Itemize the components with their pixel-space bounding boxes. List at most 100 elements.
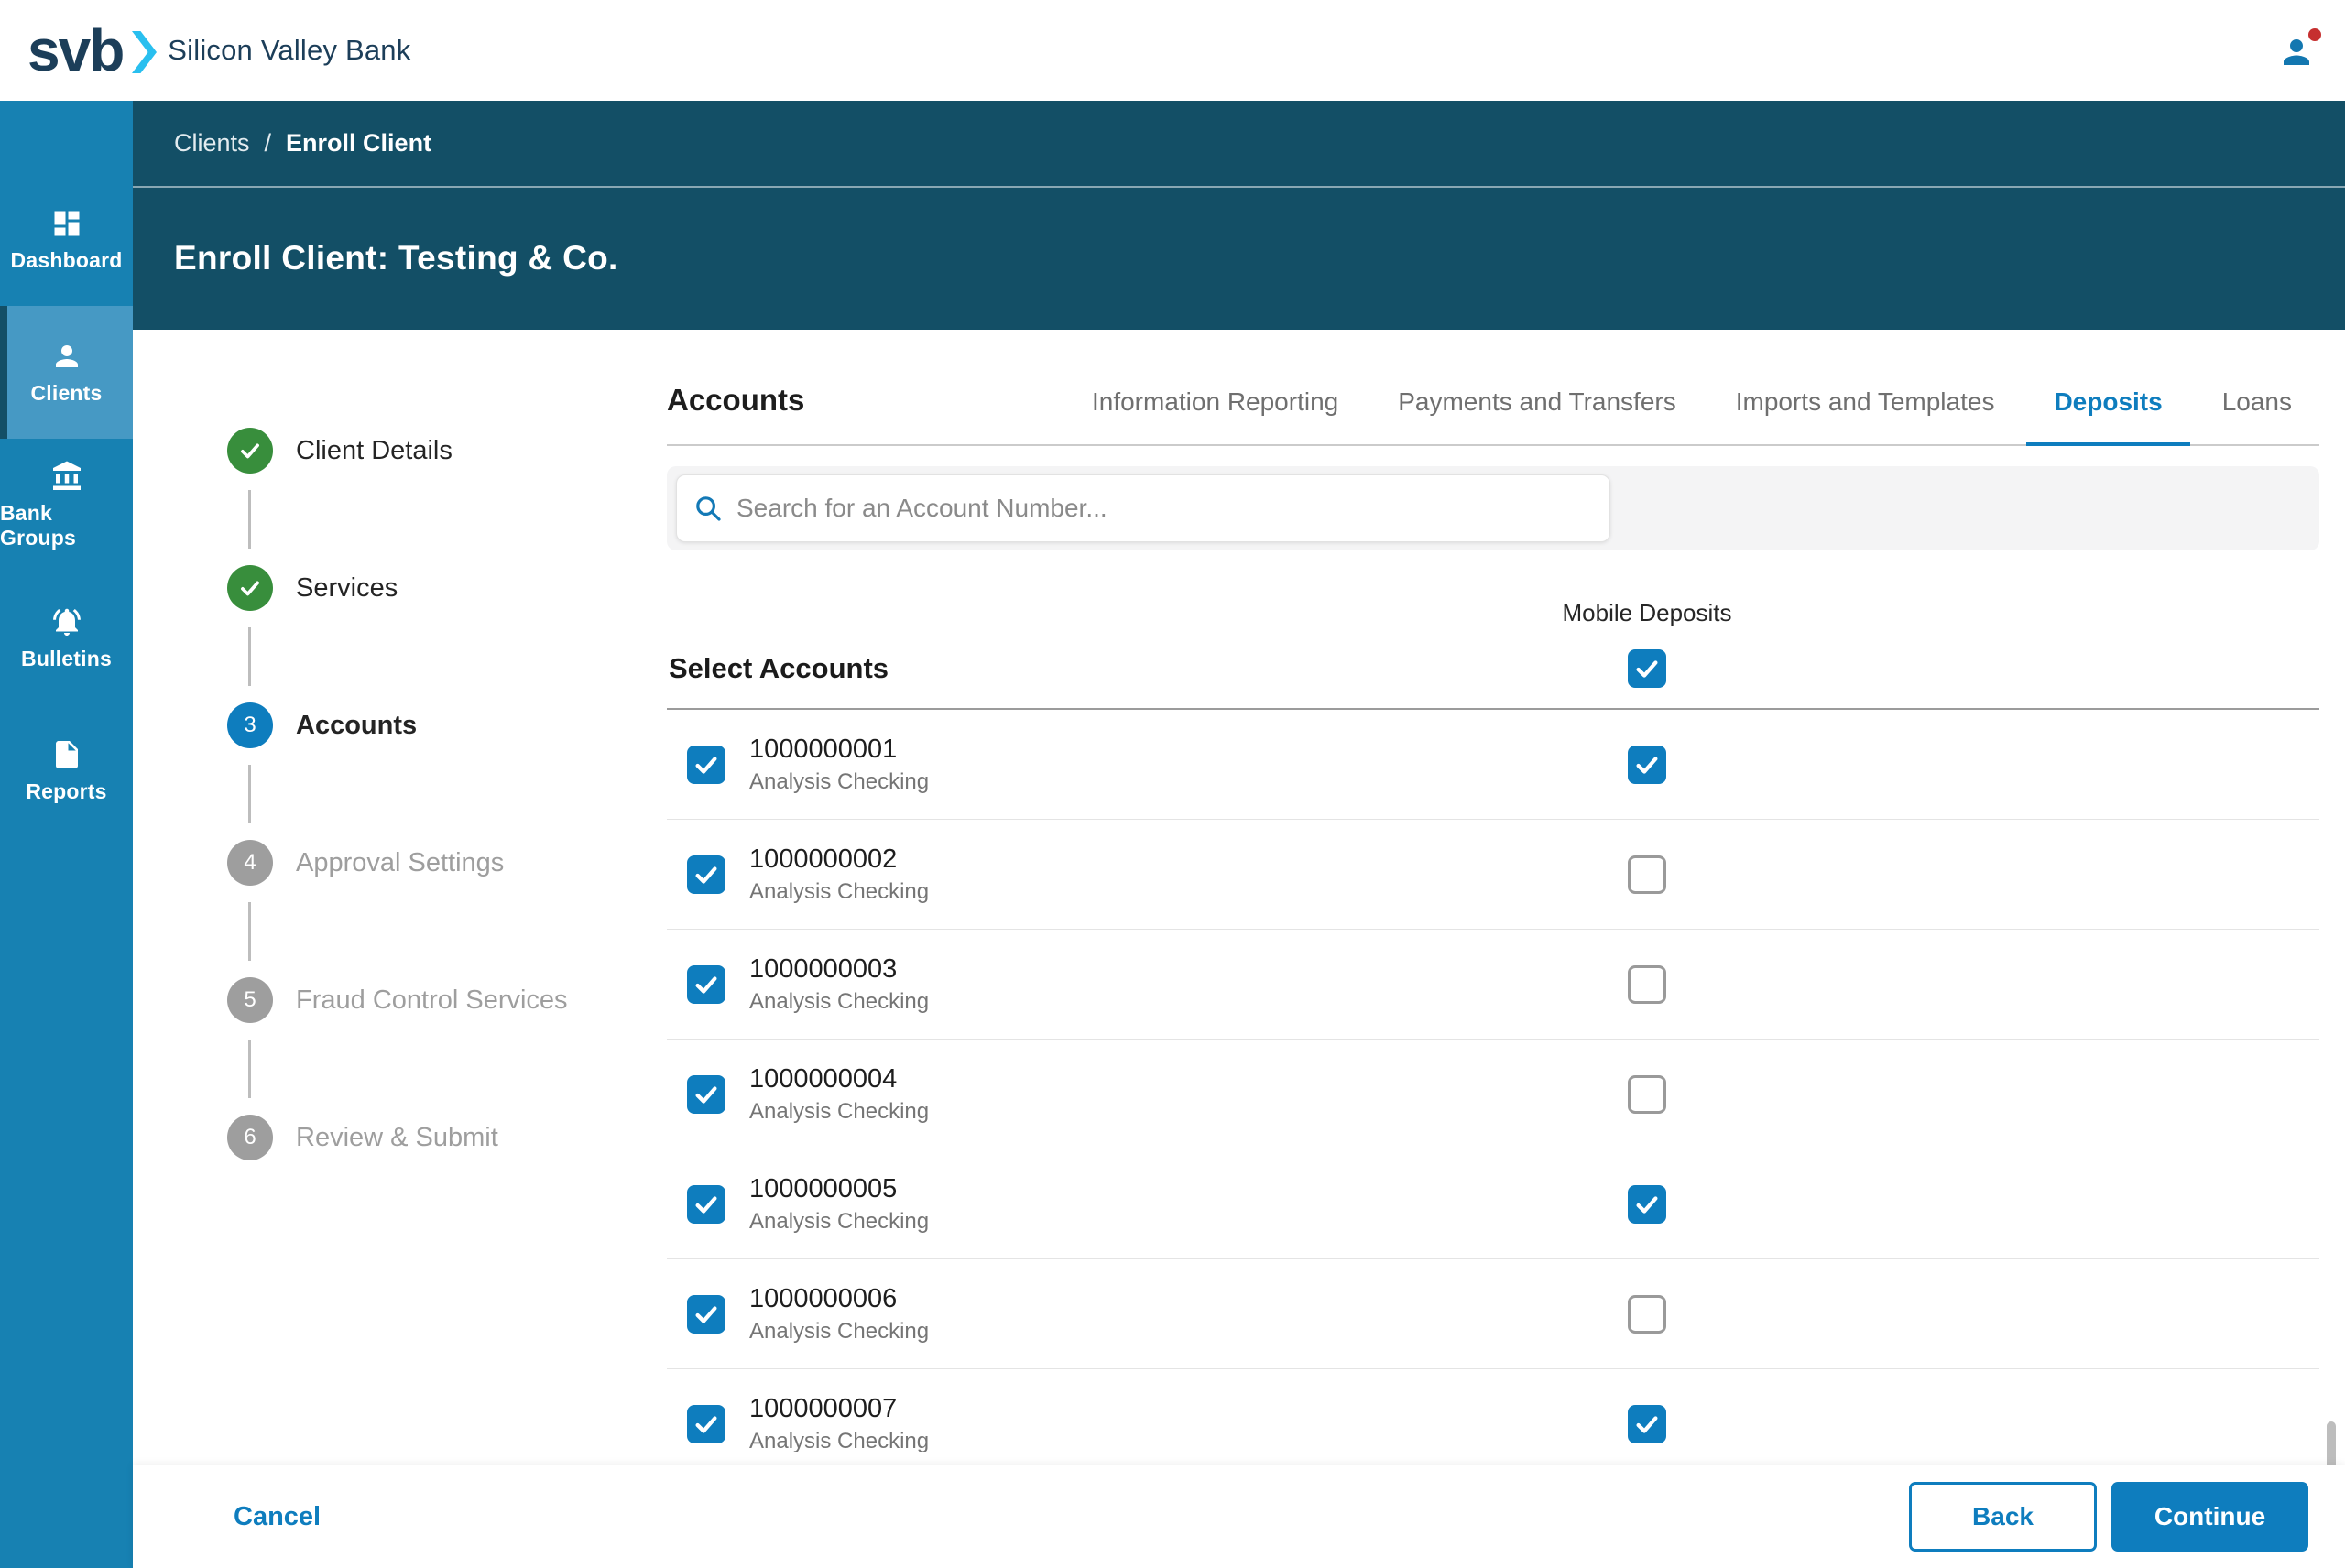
breadcrumb-current: Enroll Client bbox=[286, 129, 432, 157]
mobile-deposits-checkbox[interactable] bbox=[1628, 964, 1666, 1004]
top-bar: svb Silicon Valley Bank bbox=[0, 0, 2345, 101]
account-number: 1000000003 bbox=[749, 953, 898, 984]
account-number: 1000000001 bbox=[749, 734, 898, 764]
step-number: 5 bbox=[227, 977, 273, 1023]
sidebar-item-reports[interactable]: Reports bbox=[0, 704, 133, 837]
account-number: 1000000007 bbox=[749, 1393, 898, 1423]
account-search-input[interactable] bbox=[736, 494, 1593, 523]
account-type: Analysis Checking bbox=[749, 1098, 930, 1124]
footer-bar: Cancel Back Continue bbox=[133, 1465, 2345, 1568]
mobile-deposits-select-all-checkbox[interactable] bbox=[1628, 649, 1666, 688]
account-type: Analysis Checking bbox=[749, 1428, 930, 1453]
mobile-deposits-checkbox[interactable] bbox=[1628, 1294, 1666, 1334]
step-number: 3 bbox=[227, 702, 273, 748]
account-select-checkbox[interactable] bbox=[687, 855, 725, 894]
tab-payments-and-transfers[interactable]: Payments and Transfers bbox=[1398, 387, 1675, 444]
sidebar: Dashboard Clients Bank Groups Bulletins Repo… bbox=[0, 101, 133, 1568]
account-type: Analysis Checking bbox=[749, 768, 930, 794]
sidebar-item-label: Bulletins bbox=[21, 646, 112, 670]
dashboard-icon bbox=[50, 207, 83, 240]
step-services[interactable]: Services bbox=[227, 565, 649, 611]
mobile-deposits-column-header: Mobile Deposits bbox=[1562, 598, 1732, 626]
account-info: 1000000001 Analysis Checking bbox=[749, 735, 1574, 795]
account-number: 1000000004 bbox=[749, 1063, 898, 1094]
sidebar-item-dashboard[interactable]: Dashboard bbox=[0, 173, 133, 306]
step-number: 6 bbox=[227, 1115, 273, 1160]
section-heading: Accounts bbox=[667, 383, 805, 417]
sidebar-item-label: Reports bbox=[26, 779, 107, 803]
account-info: 1000000007 Analysis Checking bbox=[749, 1394, 1574, 1453]
account-number: 1000000006 bbox=[749, 1283, 898, 1313]
step-connector bbox=[248, 765, 251, 823]
account-select-checkbox[interactable] bbox=[687, 1074, 725, 1114]
account-row-1000000003: 1000000003 Analysis Checking bbox=[667, 930, 2319, 1040]
sidebar-item-bank-groups[interactable]: Bank Groups bbox=[0, 439, 133, 572]
account-select-checkbox[interactable] bbox=[687, 745, 725, 784]
mobile-deposits-checkbox[interactable] bbox=[1628, 1404, 1666, 1443]
breadcrumb-clients[interactable]: Clients bbox=[174, 129, 250, 158]
user-menu-button[interactable] bbox=[2277, 28, 2321, 71]
sidebar-item-clients[interactable]: Clients bbox=[0, 306, 133, 439]
tab-deposits[interactable]: Deposits bbox=[2026, 387, 2191, 446]
person-icon bbox=[50, 340, 83, 373]
search-icon bbox=[696, 496, 721, 521]
logo-chevron-icon bbox=[132, 31, 158, 73]
step-label: Client Details bbox=[296, 435, 453, 465]
sidebar-item-label: Clients bbox=[30, 380, 103, 405]
mobile-deposits-checkbox[interactable] bbox=[1628, 745, 1666, 784]
account-info: 1000000005 Analysis Checking bbox=[749, 1174, 1574, 1235]
search-band bbox=[667, 466, 2319, 550]
step-label: Approval Settings bbox=[296, 847, 505, 877]
account-select-checkbox[interactable] bbox=[687, 964, 725, 1004]
scrollbar-thumb[interactable] bbox=[2327, 1421, 2336, 1465]
account-info: 1000000003 Analysis Checking bbox=[749, 954, 1574, 1015]
account-select-checkbox[interactable] bbox=[687, 1404, 725, 1443]
mobile-deposits-header-row: Mobile Deposits bbox=[667, 596, 2319, 629]
step-review-submit: 6 Review & Submit bbox=[227, 1115, 649, 1160]
tab-loans[interactable]: Loans bbox=[2222, 387, 2292, 444]
step-approval-settings: 4 Approval Settings bbox=[227, 840, 649, 886]
select-accounts-label: Select Accounts bbox=[669, 652, 889, 684]
tabs-row: Accounts Information Reporting Payments a… bbox=[667, 383, 2319, 446]
tab-information-reporting[interactable]: Information Reporting bbox=[1092, 387, 1338, 444]
back-button[interactable]: Back bbox=[1909, 1482, 2097, 1552]
search-box bbox=[676, 474, 1610, 542]
bell-icon bbox=[50, 605, 83, 638]
service-tabs: Information Reporting Payments and Transf… bbox=[1092, 387, 2292, 446]
account-info: 1000000006 Analysis Checking bbox=[749, 1284, 1574, 1345]
sidebar-item-label: Bank Groups bbox=[0, 501, 76, 550]
bank-icon bbox=[50, 460, 83, 493]
account-row-1000000005: 1000000005 Analysis Checking bbox=[667, 1149, 2319, 1259]
step-accounts[interactable]: 3 Accounts bbox=[227, 702, 649, 748]
cancel-link[interactable]: Cancel bbox=[234, 1502, 321, 1532]
page: svb Silicon Valley Bank Dashboard Clients… bbox=[0, 0, 2345, 1568]
accounts-panel: Accounts Information Reporting Payments a… bbox=[667, 330, 2319, 1465]
account-row-1000000004: 1000000004 Analysis Checking bbox=[667, 1040, 2319, 1149]
step-connector bbox=[248, 1040, 251, 1098]
svb-logo[interactable]: svb Silicon Valley Bank bbox=[27, 21, 410, 80]
mobile-deposits-checkbox[interactable] bbox=[1628, 1074, 1666, 1114]
tab-imports-and-templates[interactable]: Imports and Templates bbox=[1736, 387, 1995, 444]
page-header: Clients / Enroll Client Enroll Client: T… bbox=[133, 101, 2345, 330]
account-number: 1000000002 bbox=[749, 844, 898, 874]
step-number: 4 bbox=[227, 840, 273, 886]
notification-dot bbox=[2308, 28, 2321, 41]
continue-button[interactable]: Continue bbox=[2111, 1482, 2308, 1552]
step-label: Review & Submit bbox=[296, 1122, 498, 1152]
account-type: Analysis Checking bbox=[749, 878, 930, 904]
step-connector bbox=[248, 490, 251, 549]
sidebar-item-label: Dashboard bbox=[10, 247, 123, 272]
logo-text: svb bbox=[27, 17, 125, 83]
step-check-icon bbox=[227, 565, 273, 611]
account-select-checkbox[interactable] bbox=[687, 1184, 725, 1224]
step-label: Fraud Control Services bbox=[296, 985, 568, 1015]
account-info: 1000000002 Analysis Checking bbox=[749, 844, 1574, 905]
mobile-deposits-checkbox[interactable] bbox=[1628, 855, 1666, 894]
sidebar-item-bulletins[interactable]: Bulletins bbox=[0, 572, 133, 704]
step-client-details[interactable]: Client Details bbox=[227, 428, 649, 474]
breadcrumb: Clients / Enroll Client bbox=[133, 101, 2345, 188]
account-select-checkbox[interactable] bbox=[687, 1294, 725, 1334]
step-connector bbox=[248, 627, 251, 686]
account-type: Analysis Checking bbox=[749, 988, 930, 1014]
mobile-deposits-checkbox[interactable] bbox=[1628, 1184, 1666, 1224]
